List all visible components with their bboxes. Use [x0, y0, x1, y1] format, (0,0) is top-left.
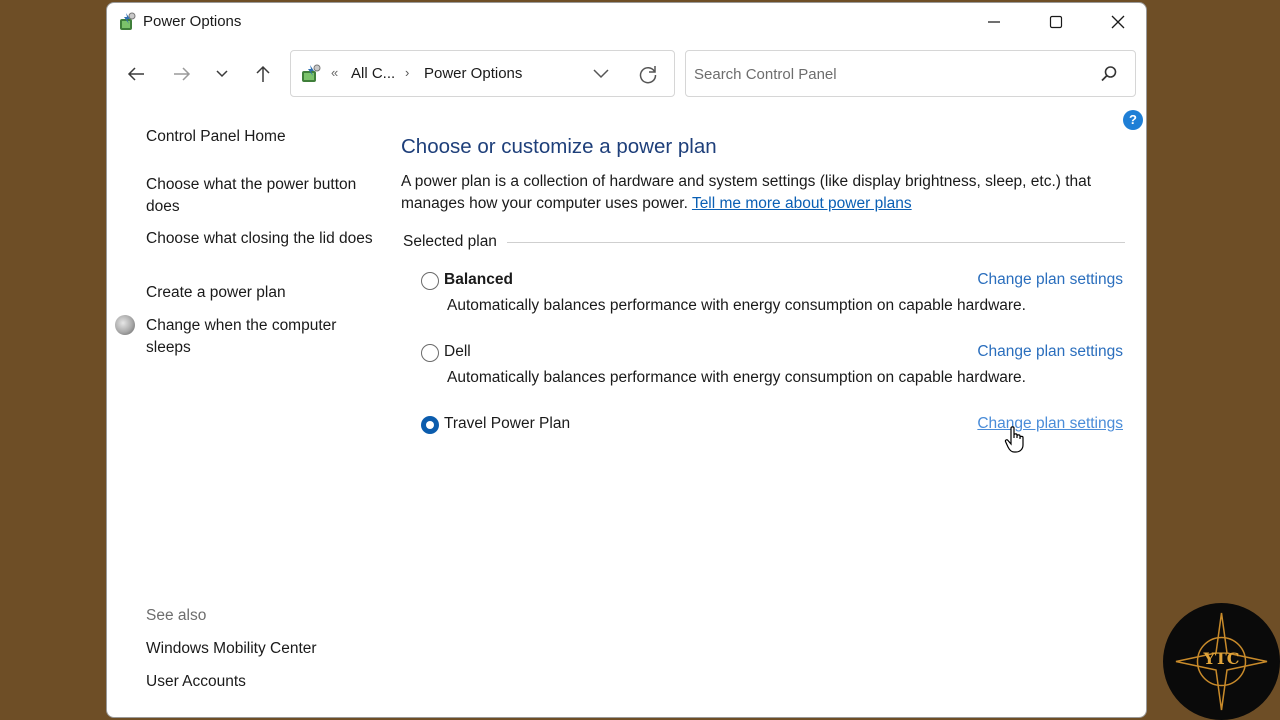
- breadcrumb-all-control-panel[interactable]: All C...: [351, 65, 395, 82]
- search-input[interactable]: [694, 63, 1074, 85]
- address-bar[interactable]: « All C... › Power Options: [290, 50, 675, 97]
- navigation-bar: « All C... › Power Options: [107, 49, 1146, 99]
- address-overflow-chevron[interactable]: «: [331, 65, 338, 80]
- learn-more-link[interactable]: Tell me more about power plans: [692, 195, 912, 212]
- page-description: A power plan is a collection of hardware…: [401, 171, 1121, 215]
- close-button[interactable]: [1087, 3, 1146, 41]
- plan-radio-balanced[interactable]: [421, 272, 439, 290]
- refresh-icon[interactable]: [637, 63, 659, 85]
- breadcrumb-separator[interactable]: ›: [405, 65, 409, 80]
- power-button-link[interactable]: Choose what the power button does: [146, 174, 376, 218]
- user-accounts-link[interactable]: User Accounts: [146, 671, 376, 693]
- up-button[interactable]: [245, 49, 281, 99]
- control-panel-icon: [302, 64, 321, 82]
- maximize-button[interactable]: [1025, 3, 1087, 41]
- power-options-window: Power Options « All C... › Power Options…: [106, 2, 1147, 718]
- recent-dropdown-icon: [216, 70, 228, 78]
- title-bar: Power Options: [107, 3, 1146, 41]
- control-panel-home-link[interactable]: Control Panel Home: [146, 126, 376, 148]
- plan-description: Automatically balances performance with …: [447, 297, 1026, 314]
- search-icon[interactable]: [1100, 65, 1118, 83]
- address-dropdown-icon[interactable]: [591, 66, 611, 82]
- change-plan-settings-link[interactable]: Change plan settings: [977, 343, 1123, 361]
- plan-radio-travel[interactable]: [421, 416, 439, 434]
- forward-arrow-icon: [174, 67, 191, 81]
- hand-cursor-icon: [1004, 426, 1024, 453]
- sleep-settings-link[interactable]: Change when the computer sleeps: [146, 315, 376, 359]
- back-button[interactable]: [118, 49, 154, 99]
- window-title: Power Options: [143, 13, 242, 30]
- closing-lid-link[interactable]: Choose what closing the lid does: [146, 228, 376, 250]
- create-power-plan-link[interactable]: Create a power plan: [146, 282, 376, 304]
- selected-plan-label: Selected plan: [403, 233, 507, 251]
- change-plan-settings-link[interactable]: Change plan settings: [977, 415, 1123, 433]
- plan-description: Automatically balances performance with …: [447, 369, 1026, 386]
- minimize-button[interactable]: [963, 3, 1025, 41]
- plan-name[interactable]: Travel Power Plan: [444, 415, 570, 433]
- breadcrumb-power-options[interactable]: Power Options: [424, 65, 522, 82]
- back-arrow-icon: [127, 67, 144, 81]
- forward-button[interactable]: [164, 49, 200, 99]
- power-options-icon: [120, 12, 136, 30]
- plan-name[interactable]: Balanced: [444, 271, 513, 289]
- recent-locations-button[interactable]: [204, 49, 240, 99]
- help-icon[interactable]: ?: [1123, 110, 1143, 130]
- plan-name[interactable]: Dell: [444, 343, 471, 361]
- see-also-heading: See also: [146, 607, 207, 624]
- ytc-watermark-logo: YTC: [1163, 603, 1280, 720]
- change-plan-settings-link[interactable]: Change plan settings: [977, 271, 1123, 289]
- maximize-icon: [1049, 15, 1063, 29]
- group-divider: [403, 242, 1125, 243]
- plan-radio-dell[interactable]: [421, 344, 439, 362]
- watermark-text: YTC: [1203, 649, 1240, 668]
- up-arrow-icon: [256, 65, 270, 82]
- moon-icon: [115, 315, 135, 335]
- mobility-center-link[interactable]: Windows Mobility Center: [146, 638, 376, 660]
- search-box[interactable]: [685, 50, 1136, 97]
- minimize-icon: [988, 21, 1000, 23]
- page-title: Choose or customize a power plan: [401, 135, 717, 158]
- close-icon: [1111, 15, 1125, 29]
